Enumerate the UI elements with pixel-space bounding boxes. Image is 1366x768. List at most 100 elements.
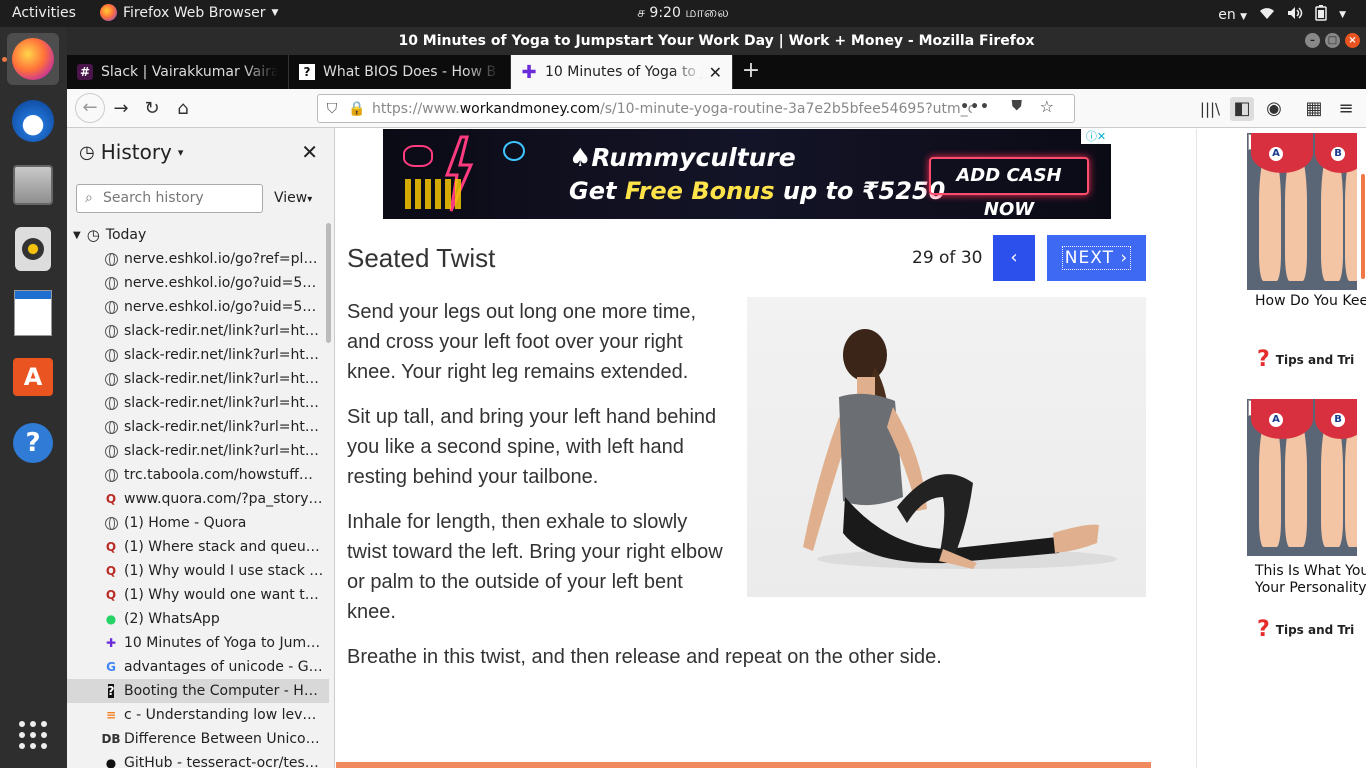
minimize-button[interactable]: –: [1305, 33, 1320, 48]
reload-button[interactable]: ↻: [140, 97, 164, 121]
ad-choices-close-icon[interactable]: ⓘ✕: [1081, 129, 1111, 144]
wifi-icon[interactable]: [1259, 6, 1275, 24]
ad-cta-button[interactable]: ADD CASH NOW: [929, 157, 1089, 220]
side-ad-image[interactable]: Ad A B: [1247, 399, 1357, 556]
side-ad-source[interactable]: ? Tips and Tri: [1257, 347, 1354, 372]
url-bar[interactable]: ⛉ 🔒 https://www.workandmoney.com/s/10-mi…: [317, 94, 1075, 123]
sidebar-header[interactable]: ◷ History ▾: [79, 140, 183, 164]
option-b-badge: B: [1331, 147, 1345, 161]
next-slide-button[interactable]: NEXT ›: [1047, 235, 1146, 281]
pocket-icon[interactable]: ⛊: [1012, 98, 1023, 114]
page-actions-icon[interactable]: •••: [960, 99, 990, 115]
battery-icon[interactable]: [1315, 5, 1327, 25]
history-item[interactable]: slack-redir.net/link?url=http...: [67, 319, 329, 343]
extensions-button[interactable]: ▦: [1302, 97, 1326, 121]
history-item-label: Difference Between Unicod...: [124, 731, 324, 747]
ad-banner[interactable]: ♠Rummyculture Get Free Bonus up to ₹5250…: [383, 129, 1111, 220]
history-item[interactable]: ● (2) WhatsApp: [67, 607, 329, 631]
history-item-label: (1) Why would one want to u...: [124, 587, 324, 603]
history-item-label: GitHub - tesseract-ocr/tessd...: [124, 755, 324, 768]
history-item[interactable]: trc.taboola.com/howstuffwo...: [67, 463, 329, 487]
show-applications-button[interactable]: [7, 709, 59, 761]
volume-icon[interactable]: [1287, 6, 1303, 24]
bookmark-star-icon[interactable]: ☆: [1040, 97, 1054, 116]
history-item[interactable]: DB Difference Between Unicod...: [67, 727, 329, 751]
history-item[interactable]: Gadvantages of unicode - Goo...: [67, 655, 329, 679]
forward-button[interactable]: →: [109, 97, 133, 121]
library-button[interactable]: |||\: [1198, 97, 1222, 121]
history-item[interactable]: slack-redir.net/link?url=http...: [67, 343, 329, 367]
favicon: [104, 252, 118, 266]
speaker-icon: [15, 227, 51, 271]
close-window-button[interactable]: ×: [1345, 33, 1360, 48]
side-ad-caption[interactable]: This Is What You Your Personality: [1255, 563, 1366, 597]
history-item[interactable]: nerve.eshkol.io/go?ref=pl&h...: [67, 247, 329, 271]
close-sidebar-button[interactable]: ✕: [301, 140, 318, 164]
history-item[interactable]: ● GitHub - tesseract-ocr/tessd...: [67, 751, 329, 768]
history-item[interactable]: slack-redir.net/link?url=http...: [67, 367, 329, 391]
dock-rhythmbox[interactable]: [7, 223, 59, 275]
history-item-label: slack-redir.net/link?url=http...: [124, 395, 324, 411]
tab-howstuffworks[interactable]: ? What BIOS Does - How B: [289, 55, 511, 89]
clock[interactable]: ச 9:20 மாலை: [0, 5, 1366, 23]
app-grid-icon: [19, 721, 47, 749]
history-item[interactable]: Q (1) Why would one want to u...: [67, 583, 329, 607]
previous-slide-button[interactable]: ‹: [993, 235, 1035, 281]
lock-icon[interactable]: 🔒: [346, 101, 368, 117]
dock-firefox[interactable]: [7, 33, 59, 85]
dock-files[interactable]: [7, 159, 59, 211]
search-history-input[interactable]: ⌕ Search history: [76, 184, 263, 213]
paragraph: Send your legs out long one more time, a…: [347, 301, 697, 383]
close-tab-icon[interactable]: ✕: [709, 63, 722, 82]
system-menu-chevron-icon[interactable]: ▼: [1339, 10, 1346, 20]
history-item[interactable]: slack-redir.net/link?url=http...: [67, 439, 329, 463]
coin-stack-icon: [405, 179, 461, 209]
globe-icon: [104, 372, 118, 386]
side-ad-caption[interactable]: How Do You Kee: [1255, 293, 1366, 310]
tab-workandmoney[interactable]: ✚ 10 Minutes of Yoga to Ju ✕: [511, 55, 733, 89]
yoga-seated-twist-photo: [747, 297, 1146, 597]
history-item[interactable]: ≡ c - Understanding low level f...: [67, 703, 329, 727]
history-item[interactable]: ? Booting the Computer - How...: [67, 679, 329, 703]
home-button[interactable]: ⌂: [171, 97, 195, 121]
history-group-today[interactable]: ▼ ◷ Today: [67, 223, 329, 247]
history-item[interactable]: Qwww.quora.com/?pa_story=...: [67, 487, 329, 511]
maximize-button[interactable]: □: [1325, 33, 1340, 48]
side-ad-image[interactable]: Ad A B: [1247, 133, 1357, 290]
globe-icon: [104, 516, 118, 530]
tab-strip: # Slack | Vairakkumar Vaira ? What BIOS …: [67, 55, 1366, 89]
account-button[interactable]: ◉: [1262, 97, 1286, 121]
favicon: ?: [104, 684, 118, 698]
window-titlebar: 10 Minutes of Yoga to Jumpstart Your Wor…: [67, 27, 1366, 55]
history-item-label: nerve.eshkol.io/go?uid=5e1...: [124, 299, 324, 315]
side-ad-source[interactable]: ? Tips and Tri: [1257, 617, 1354, 642]
view-label: View: [274, 190, 308, 206]
view-menu-button[interactable]: View▾: [274, 190, 312, 206]
back-button[interactable]: ←: [75, 93, 105, 123]
option-a-badge: A: [1269, 413, 1283, 427]
language-indicator[interactable]: en ▼: [1218, 7, 1247, 23]
dock-help[interactable]: ?: [7, 417, 59, 469]
favicon: [104, 372, 118, 386]
dock-software[interactable]: A: [7, 351, 59, 403]
history-item-label: (1) Why would I use stack ins...: [124, 563, 324, 579]
new-tab-button[interactable]: +: [733, 55, 769, 89]
tab-slack[interactable]: # Slack | Vairakkumar Vaira: [67, 55, 289, 89]
history-item[interactable]: Q (1) Where stack and queue u...: [67, 535, 329, 559]
favicon: [104, 396, 118, 410]
history-item[interactable]: slack-redir.net/link?url=http...: [67, 391, 329, 415]
page-scrollbar[interactable]: [1361, 174, 1365, 279]
dock-writer[interactable]: [7, 287, 59, 339]
history-item[interactable]: Q (1) Why would I use stack ins...: [67, 559, 329, 583]
history-item[interactable]: slack-redir.net/link?url=http...: [67, 415, 329, 439]
history-item[interactable]: (1) Home - Quora: [67, 511, 329, 535]
tracking-protection-icon[interactable]: ⛉: [318, 101, 346, 117]
dock-thunderbird[interactable]: [7, 95, 59, 147]
history-item[interactable]: nerve.eshkol.io/go?uid=5e1...: [67, 271, 329, 295]
history-item-label: 10 Minutes of Yoga to Jump...: [124, 635, 324, 651]
history-item[interactable]: nerve.eshkol.io/go?uid=5e1...: [67, 295, 329, 319]
history-item[interactable]: ✚ 10 Minutes of Yoga to Jump...: [67, 631, 329, 655]
sidebar-toggle-button[interactable]: ◧: [1230, 97, 1254, 121]
menu-button[interactable]: ≡: [1334, 97, 1358, 121]
system-tray[interactable]: en ▼ ▼: [1218, 5, 1346, 25]
